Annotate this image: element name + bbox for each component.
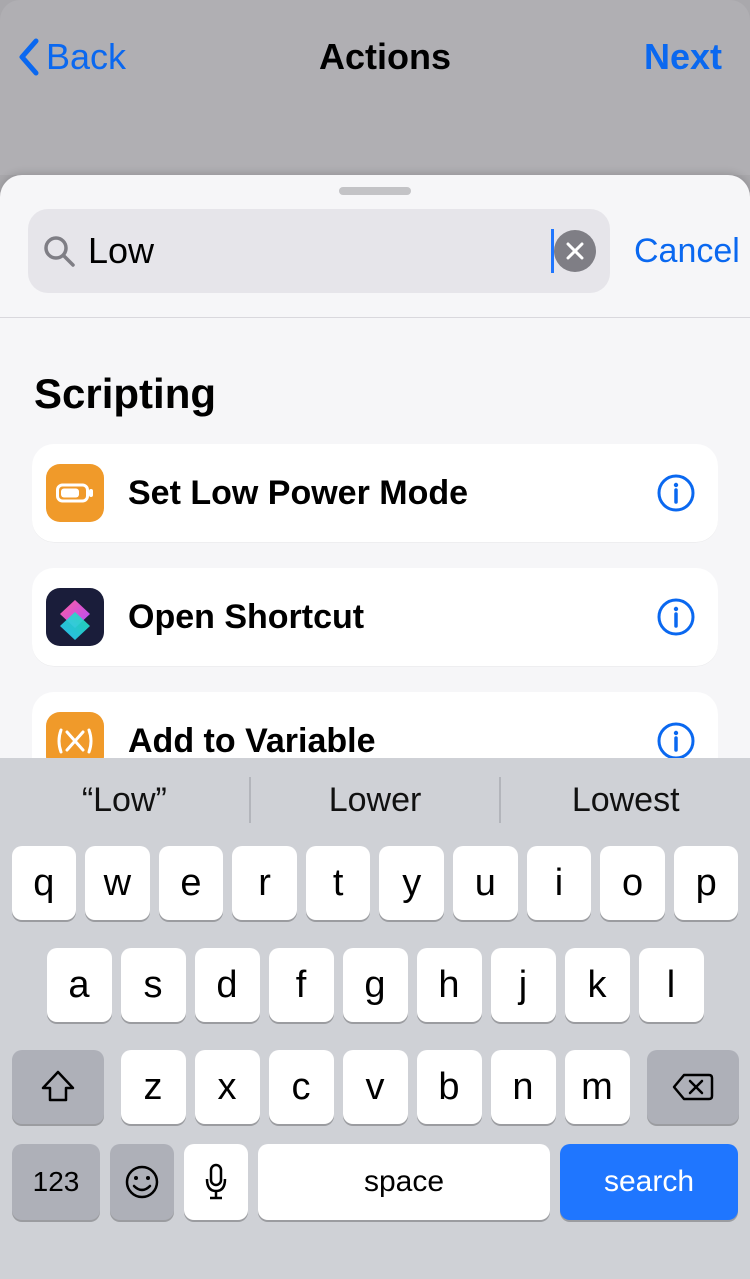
back-label: Back xyxy=(46,36,126,78)
emoji-key[interactable] xyxy=(110,1144,174,1220)
search-field[interactable] xyxy=(28,209,610,293)
backspace-icon xyxy=(672,1072,714,1102)
space-key[interactable]: space xyxy=(258,1144,550,1220)
key-b[interactable]: b xyxy=(417,1050,482,1124)
key-x[interactable]: x xyxy=(195,1050,260,1124)
dictation-key[interactable] xyxy=(184,1144,248,1220)
search-sheet: Cancel Scripting Set Low Power Mode xyxy=(0,175,750,758)
key-c[interactable]: c xyxy=(269,1050,334,1124)
chevron-left-icon xyxy=(16,37,40,77)
back-button[interactable]: Back xyxy=(16,36,126,78)
key-e[interactable]: e xyxy=(159,846,224,920)
suggestion-bar: “Low” Lower Lowest xyxy=(0,758,750,842)
variable-icon xyxy=(46,712,104,758)
result-add-to-variable[interactable]: Add to Variable xyxy=(32,692,718,758)
key-s[interactable]: s xyxy=(121,948,186,1022)
result-label: Add to Variable xyxy=(128,722,656,759)
suggestion[interactable]: Lowest xyxy=(501,758,750,842)
sheet-grabber[interactable] xyxy=(339,187,411,195)
key-j[interactable]: j xyxy=(491,948,556,1022)
key-p[interactable]: p xyxy=(674,846,739,920)
key-r[interactable]: r xyxy=(232,846,297,920)
emoji-icon xyxy=(124,1164,160,1200)
key-f[interactable]: f xyxy=(269,948,334,1022)
keyboard: “Low” Lower Lowest qwertyuiop asdfghjkl … xyxy=(0,758,750,1279)
key-t[interactable]: t xyxy=(306,846,371,920)
search-icon xyxy=(42,234,76,268)
nav-header: Back Actions Next xyxy=(0,0,750,175)
key-u[interactable]: u xyxy=(453,846,518,920)
result-set-low-power-mode[interactable]: Set Low Power Mode xyxy=(32,444,718,542)
key-m[interactable]: m xyxy=(565,1050,630,1124)
suggestion[interactable]: Lower xyxy=(251,758,500,842)
key-d[interactable]: d xyxy=(195,948,260,1022)
section-title: Scripting xyxy=(0,318,750,444)
key-y[interactable]: y xyxy=(379,846,444,920)
backspace-key[interactable] xyxy=(647,1050,739,1124)
key-i[interactable]: i xyxy=(527,846,592,920)
close-icon xyxy=(565,241,585,261)
key-w[interactable]: w xyxy=(85,846,150,920)
battery-icon xyxy=(46,464,104,522)
info-button[interactable] xyxy=(656,597,696,637)
key-v[interactable]: v xyxy=(343,1050,408,1124)
microphone-icon xyxy=(203,1163,229,1201)
info-icon xyxy=(656,721,696,758)
result-label: Set Low Power Mode xyxy=(128,474,656,513)
cancel-button[interactable]: Cancel xyxy=(634,232,740,271)
numbers-key[interactable]: 123 xyxy=(12,1144,100,1220)
key-h[interactable]: h xyxy=(417,948,482,1022)
result-open-shortcut[interactable]: Open Shortcut xyxy=(32,568,718,666)
page-title: Actions xyxy=(319,36,451,78)
next-button[interactable]: Next xyxy=(644,36,722,78)
result-label: Open Shortcut xyxy=(128,598,656,637)
info-button[interactable] xyxy=(656,721,696,758)
key-z[interactable]: z xyxy=(121,1050,186,1124)
key-k[interactable]: k xyxy=(565,948,630,1022)
search-input[interactable] xyxy=(88,230,553,272)
suggestion[interactable]: “Low” xyxy=(0,758,249,842)
key-l[interactable]: l xyxy=(639,948,704,1022)
key-q[interactable]: q xyxy=(12,846,77,920)
info-icon xyxy=(656,597,696,637)
key-o[interactable]: o xyxy=(600,846,665,920)
shift-key[interactable] xyxy=(12,1050,104,1124)
key-n[interactable]: n xyxy=(491,1050,556,1124)
info-button[interactable] xyxy=(656,473,696,513)
shortcuts-icon xyxy=(46,588,104,646)
shift-icon xyxy=(40,1070,76,1104)
key-g[interactable]: g xyxy=(343,948,408,1022)
clear-button[interactable] xyxy=(554,230,596,272)
search-key[interactable]: search xyxy=(560,1144,738,1220)
info-icon xyxy=(656,473,696,513)
key-a[interactable]: a xyxy=(47,948,112,1022)
